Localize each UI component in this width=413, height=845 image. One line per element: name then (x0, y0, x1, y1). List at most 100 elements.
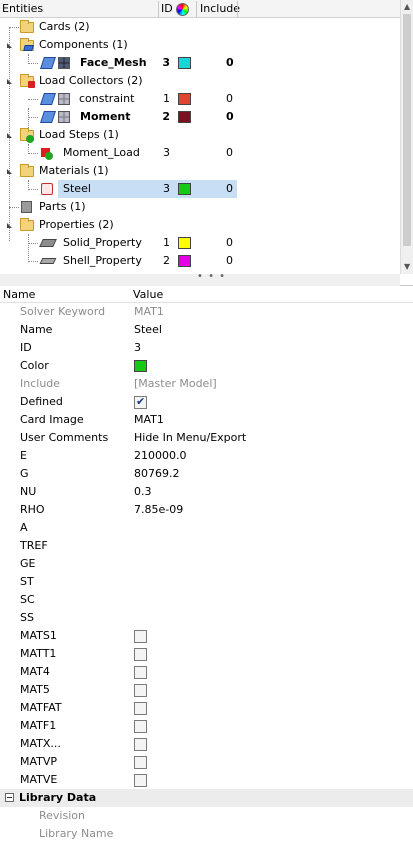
tree-row-load-collectors[interactable]: Load Collectors (2) (0, 72, 400, 90)
property-row-g[interactable]: G 80769.2 (0, 465, 413, 483)
expand-arrow-icon[interactable] (7, 43, 12, 48)
tree-row-shell-property[interactable]: Shell_Property 2 0 (0, 252, 400, 270)
entities-column-header[interactable]: Entities (2, 2, 43, 15)
tree-vertical-scrollbar[interactable]: ▲ ▼ (400, 0, 413, 274)
property-row-matvp[interactable]: MATVP (0, 753, 413, 771)
matfat-checkbox[interactable] (134, 702, 147, 715)
property-row-tref[interactable]: TREF (0, 537, 413, 555)
property-value[interactable]: Steel (134, 323, 162, 336)
mat4-checkbox[interactable] (134, 666, 147, 679)
property-row-matf1[interactable]: MATF1 (0, 717, 413, 735)
tree-row-components[interactable]: Components (1) (0, 36, 400, 54)
property-row-ge[interactable]: GE (0, 555, 413, 573)
property-value[interactable]: 7.85e-09 (134, 503, 183, 516)
property-row-color[interactable]: Color (0, 357, 413, 375)
property-value[interactable]: 210000.0 (134, 449, 187, 462)
property-value[interactable]: 0.3 (134, 485, 152, 498)
color-swatch[interactable] (178, 255, 191, 267)
property-value[interactable]: MAT1 (134, 413, 164, 426)
property-row-matx[interactable]: MATX... (0, 735, 413, 753)
expand-arrow-icon[interactable] (7, 223, 12, 228)
scroll-up-icon[interactable]: ▲ (404, 2, 410, 11)
library-data-section[interactable]: Library Data (0, 789, 413, 807)
tree-row-label: Moment_Load (63, 146, 140, 159)
matvp-checkbox[interactable] (134, 756, 147, 769)
cards-folder-icon (20, 20, 34, 33)
property-row-mat5[interactable]: MAT5 (0, 681, 413, 699)
mats1-checkbox[interactable] (134, 630, 147, 643)
property-value[interactable]: 80769.2 (134, 467, 180, 480)
tree-row-steel[interactable]: Steel 3 0 (0, 180, 400, 198)
color-swatch[interactable] (178, 111, 191, 123)
color-swatch[interactable] (178, 93, 191, 105)
property-row-mat4[interactable]: MAT4 (0, 663, 413, 681)
property-row-a[interactable]: A (0, 519, 413, 537)
property-row-matve[interactable]: MATVE (0, 771, 413, 789)
tree-row-constraint[interactable]: constraint 1 0 (0, 90, 400, 108)
property-row-nu[interactable]: NU 0.3 (0, 483, 413, 501)
expand-arrow-icon[interactable] (7, 133, 12, 138)
tree-row-label: Steel (63, 182, 91, 195)
scroll-thumb[interactable] (403, 14, 411, 246)
matf1-checkbox[interactable] (134, 720, 147, 733)
color-swatch[interactable] (178, 237, 191, 249)
matve-checkbox[interactable] (134, 774, 147, 787)
tree-row-label: Parts (1) (39, 200, 86, 213)
property-row-revision[interactable]: Revision (0, 807, 413, 825)
property-name: MATS1 (20, 629, 57, 642)
property-row-defined[interactable]: Defined (0, 393, 413, 411)
color-wheel-icon[interactable] (176, 3, 189, 16)
property-row-sc[interactable]: SC (0, 591, 413, 609)
scroll-down-icon[interactable]: ▼ (404, 262, 410, 271)
property-row-e[interactable]: E 210000.0 (0, 447, 413, 465)
color-swatch[interactable] (178, 57, 191, 69)
color-swatch[interactable] (178, 183, 191, 195)
property-row-mats1[interactable]: MATS1 (0, 627, 413, 645)
component-icon (23, 45, 34, 51)
mat5-checkbox[interactable] (134, 684, 147, 697)
property-row-user-comments[interactable]: User Comments Hide In Menu/Export (0, 429, 413, 447)
tree-row-load-steps[interactable]: Load Steps (1) (0, 126, 400, 144)
value-column-header[interactable]: Value (133, 288, 163, 301)
matt1-checkbox[interactable] (134, 648, 147, 661)
id-column-header[interactable]: ID (161, 2, 173, 15)
property-row-card-image[interactable]: Card Image MAT1 (0, 411, 413, 429)
collapse-icon[interactable] (5, 793, 14, 802)
splitter-handle[interactable]: • • • (0, 271, 400, 286)
property-name: NU (20, 485, 37, 498)
property-value[interactable]: Hide In Menu/Export (134, 431, 246, 444)
tree-row-id: 3 (163, 182, 170, 195)
property-name: ID (20, 341, 32, 354)
property-row-matfat[interactable]: MATFAT (0, 699, 413, 717)
defined-checkbox[interactable] (134, 395, 147, 409)
property-value: MAT1 (134, 305, 164, 318)
property-row-st[interactable]: ST (0, 573, 413, 591)
tree-row-include: 0 (226, 56, 234, 69)
expand-arrow-icon[interactable] (7, 169, 12, 174)
property-row-name[interactable]: Name Steel (0, 321, 413, 339)
tree-row-face-mesh[interactable]: Face_Mesh 3 0 (0, 54, 400, 72)
expand-arrow-icon[interactable] (7, 79, 12, 84)
property-row-include: Include [Master Model] (0, 375, 413, 393)
property-row-library-name[interactable]: Library Name (0, 825, 413, 843)
tree-row-id: 2 (162, 110, 170, 123)
property-value[interactable]: 3 (134, 341, 141, 354)
tree-row-moment-load[interactable]: Moment_Load 3 0 (0, 144, 400, 162)
tree-row-properties[interactable]: Properties (2) (0, 216, 400, 234)
include-column-header[interactable]: Include (200, 2, 240, 15)
property-row-ss[interactable]: SS (0, 609, 413, 627)
property-row-id[interactable]: ID 3 (0, 339, 413, 357)
property-name: Color (20, 359, 49, 372)
color-swatch[interactable] (134, 360, 147, 372)
tree-row-moment[interactable]: Moment 2 0 (0, 108, 400, 126)
name-column-header[interactable]: Name (3, 288, 35, 301)
property-row-matt1[interactable]: MATT1 (0, 645, 413, 663)
matx-checkbox[interactable] (134, 738, 147, 751)
tree-row-materials[interactable]: Materials (1) (0, 162, 400, 180)
tree-row-solid-property[interactable]: Solid_Property 1 0 (0, 234, 400, 252)
tree-row-cards[interactable]: Cards (2) (0, 18, 400, 36)
tree-row-include: 0 (226, 146, 233, 159)
tree-row-id: 2 (163, 254, 170, 267)
property-row-rho[interactable]: RHO 7.85e-09 (0, 501, 413, 519)
tree-row-parts[interactable]: Parts (1) (0, 198, 400, 216)
